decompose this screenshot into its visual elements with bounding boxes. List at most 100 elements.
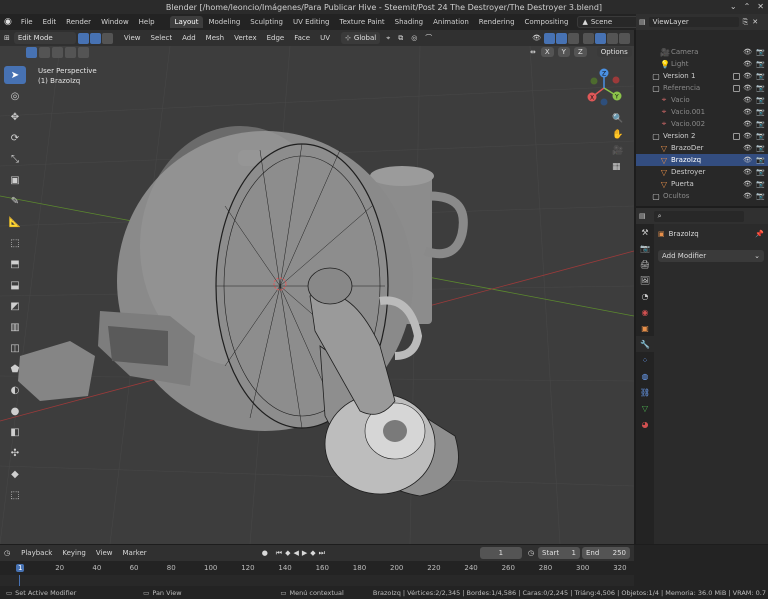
3d-viewport[interactable] [0, 46, 634, 544]
outliner-item[interactable]: ▽ BrazoIzq 👁 📷 [636, 154, 768, 166]
scale-tool[interactable]: ⤡ [4, 150, 26, 168]
record-icon[interactable]: ● [262, 549, 268, 557]
select-new-button[interactable] [26, 47, 37, 58]
viewport-scene[interactable] [0, 46, 634, 544]
knife-tool[interactable]: ◫ [4, 339, 26, 357]
play-reverse-icon[interactable]: ◀ [294, 549, 299, 557]
jump-start-icon[interactable]: ⏮ [276, 549, 282, 558]
render-camera-icon[interactable]: 📷 [756, 180, 765, 188]
render-camera-icon[interactable]: 📷 [756, 48, 765, 56]
outliner-item[interactable]: 💡 Light 👁 📷 [636, 58, 768, 70]
tab-rendering[interactable]: Rendering [474, 16, 520, 28]
move-tool[interactable]: ✥ [4, 108, 26, 126]
start-frame-field[interactable]: Start 1 [538, 547, 580, 559]
loop-cut-tool[interactable]: ▥ [4, 318, 26, 336]
mode-selector[interactable]: Edit Mode [13, 32, 76, 44]
snap-icon[interactable]: ⧉ [398, 34, 403, 43]
properties-editor-icon[interactable]: ▤ [639, 212, 646, 220]
editor-type-icon[interactable]: ⊞ [4, 34, 10, 42]
tab-layout[interactable]: Layout [169, 16, 204, 28]
tab-compositing[interactable]: Compositing [520, 16, 574, 28]
outliner-item[interactable]: ▽ Puerta 👁 📷 [636, 178, 768, 190]
tab-modeling[interactable]: Modeling [203, 16, 245, 28]
outliner-item[interactable]: ▢ Version 1 👁 📷 [636, 70, 768, 82]
menu-playback[interactable]: Playback [16, 549, 57, 557]
visibility-icon[interactable]: 👁 [532, 34, 541, 42]
render-camera-icon[interactable]: 📷 [756, 192, 765, 200]
select-invert-button[interactable] [65, 47, 76, 58]
outliner-item[interactable]: ▢ Ocultos 👁 📷 [636, 190, 768, 202]
render-camera-icon[interactable]: 📷 [756, 132, 765, 140]
menu-timeline-view[interactable]: View [91, 549, 118, 557]
render-camera-icon[interactable]: 📷 [756, 84, 765, 92]
menu-add[interactable]: Add [177, 34, 201, 42]
add-cube-tool[interactable]: ⬚ [4, 234, 26, 252]
falloff-icon[interactable]: ⌒ [425, 33, 432, 43]
output-props-icon[interactable]: 🖨 [636, 256, 654, 272]
blender-logo-icon[interactable]: ◉ [4, 17, 12, 27]
camera-view-icon[interactable]: 🎥 [612, 146, 623, 156]
tool-props-icon[interactable]: ⚒ [636, 224, 654, 240]
eye-icon[interactable]: 👁 [743, 120, 752, 128]
view-layer-props-icon[interactable]: 🖼 [636, 272, 654, 288]
timeline-editor-icon[interactable]: ◷ [4, 549, 10, 557]
smooth-tool[interactable]: ● [4, 402, 26, 420]
inset-tool[interactable]: ⬓ [4, 276, 26, 294]
select-box-tool[interactable]: ➤ [4, 66, 26, 84]
exclude-checkbox[interactable] [733, 84, 740, 92]
render-camera-icon[interactable]: 📷 [756, 108, 765, 116]
maximize-icon[interactable]: ⌃ [744, 2, 751, 11]
brazoizq-mesh[interactable] [307, 267, 459, 497]
menu-face[interactable]: Face [289, 34, 315, 42]
eye-icon[interactable]: 👁 [743, 156, 752, 164]
material-props-icon[interactable]: ◕ [636, 416, 654, 432]
menu-window[interactable]: Window [96, 18, 134, 26]
orientation-selector[interactable]: ⊹ Global [341, 32, 381, 44]
shading-solid-button[interactable] [595, 32, 606, 44]
rip-tool[interactable]: ⬚ [4, 486, 26, 504]
next-key-icon[interactable]: ◆ [310, 549, 315, 557]
menu-select[interactable]: Select [146, 34, 178, 42]
eye-icon[interactable]: 👁 [743, 84, 752, 92]
outliner-item[interactable]: ▢ Referencia 👁 📷 [636, 82, 768, 94]
bevel-tool[interactable]: ◩ [4, 297, 26, 315]
render-camera-icon[interactable]: 📷 [756, 168, 765, 176]
rotate-tool[interactable]: ⟳ [4, 129, 26, 147]
select-extend-button[interactable] [39, 47, 50, 58]
menu-edge[interactable]: Edge [262, 34, 290, 42]
annotate-tool[interactable]: ✎ [4, 192, 26, 210]
outliner-item[interactable]: 🎥 Camera 👁 📷 [636, 46, 768, 58]
outliner-editor-icon[interactable]: ▤ [639, 18, 646, 26]
eye-icon[interactable]: 👁 [743, 72, 752, 80]
spin-tool[interactable]: ◐ [4, 381, 26, 399]
timeline-ruler[interactable]: 1 20 40 60 80 100 120 140 160 180 200 220 240 260 280 3… [0, 561, 634, 575]
close-icon[interactable]: ✕ [757, 2, 764, 11]
navigation-gizmo[interactable]: X Y Z [584, 66, 628, 110]
timeline-area[interactable] [0, 575, 634, 586]
face-select-button[interactable] [101, 32, 113, 44]
transform-tool[interactable]: ▣ [4, 171, 26, 189]
scene-props-icon[interactable]: ◔ [636, 288, 654, 304]
render-camera-icon[interactable]: 📷 [756, 156, 765, 164]
xray-toggle-button[interactable] [568, 32, 579, 44]
pin-icon[interactable]: 📌 [755, 230, 764, 238]
ortho-grid-icon[interactable]: ▦ [612, 162, 623, 172]
select-subtract-button[interactable] [52, 47, 63, 58]
add-modifier-dropdown[interactable]: Add Modifier ⌄ [658, 250, 764, 262]
shading-rendered-button[interactable] [619, 32, 630, 44]
outliner-item[interactable]: ▽ BrazoDer 👁 📷 [636, 142, 768, 154]
render-camera-icon[interactable]: 📷 [756, 72, 765, 80]
current-frame-field[interactable]: 1 [479, 547, 522, 559]
exclude-checkbox[interactable] [733, 72, 740, 80]
measure-tool[interactable]: 📐 [4, 213, 26, 231]
eye-icon[interactable]: 👁 [743, 144, 752, 152]
mirror-y-button[interactable]: Y [557, 47, 570, 57]
eye-icon[interactable]: 👁 [743, 192, 752, 200]
shrink-fatten-tool[interactable]: ✣ [4, 444, 26, 462]
object-props-icon[interactable]: ▣ [636, 320, 654, 336]
modifier-props-icon[interactable]: 🔧 [636, 336, 654, 352]
outliner-item[interactable]: ▽ Destroyer 👁 📷 [636, 166, 768, 178]
outliner-item[interactable]: ▢ Version 2 👁 📷 [636, 130, 768, 142]
tab-texture-paint[interactable]: Texture Paint [335, 16, 390, 28]
eye-icon[interactable]: 👁 [743, 132, 752, 140]
